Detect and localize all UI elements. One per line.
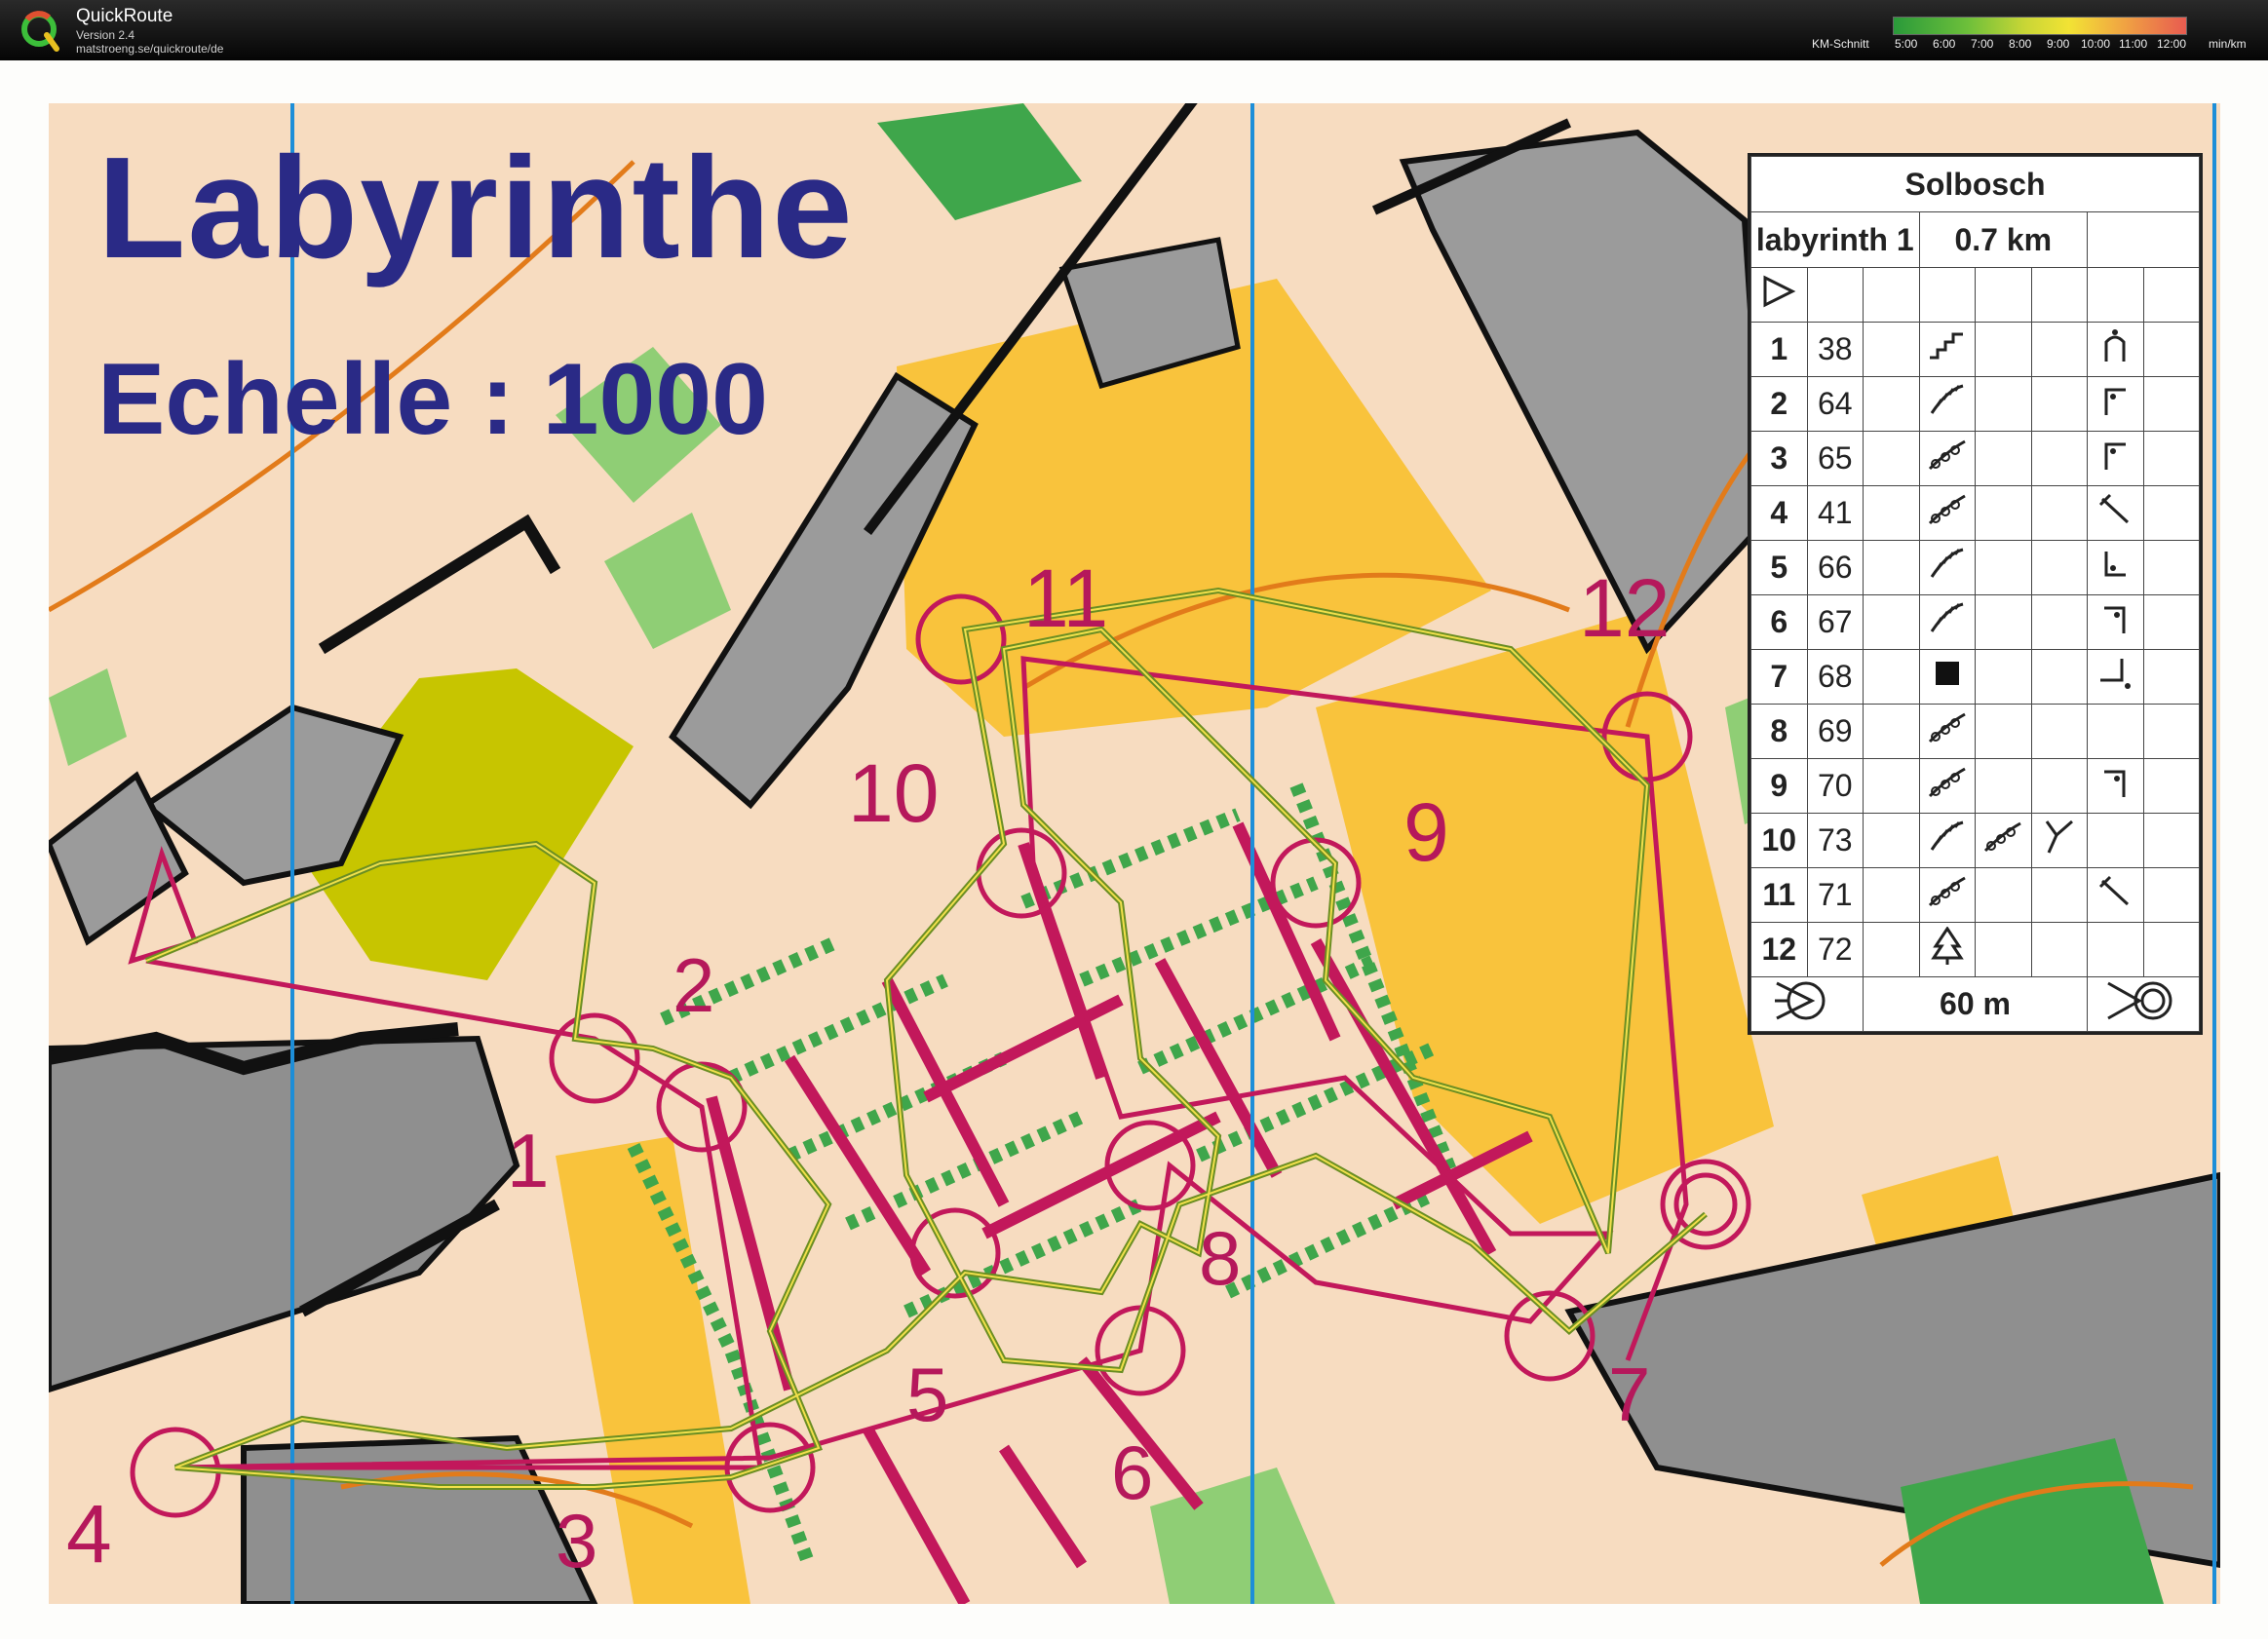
pace-tick: 7:00 xyxy=(1971,37,1994,51)
description-row: 1 38 xyxy=(1750,322,2200,377)
finish-icon xyxy=(2087,976,2200,1032)
pace-color-scale xyxy=(1893,17,2187,35)
control-description-sheet: Solbosch labyrinth 1 0.7 km 1 38 2 64 3 … xyxy=(1748,153,2203,1035)
event-name: Solbosch xyxy=(1750,156,2200,212)
description-row: 7 68 xyxy=(1750,649,2200,705)
end-icon xyxy=(2087,485,2144,541)
fence-icon xyxy=(1918,867,1976,923)
wall-icon xyxy=(1918,540,1976,595)
title-bar: QuickRoute Version 2.4 matstroeng.se/qui… xyxy=(0,0,2268,60)
pace-tick: 10:00 xyxy=(2081,37,2111,51)
corner-icon xyxy=(2087,758,2144,814)
control-label: 8 xyxy=(1199,1215,1242,1301)
control-label: 3 xyxy=(556,1498,598,1583)
tree-icon xyxy=(1918,922,1976,977)
fence-icon xyxy=(1918,758,1976,814)
steps-icon xyxy=(1918,322,1976,377)
pace-tick: 5:00 xyxy=(1895,37,1918,51)
fence-icon xyxy=(1975,813,2032,868)
control-label: 9 xyxy=(1403,786,1449,878)
start-triangle-icon xyxy=(1750,267,1808,323)
corner-icon xyxy=(2087,431,2144,486)
control-label: 5 xyxy=(906,1352,949,1437)
corner-icon xyxy=(2087,376,2144,432)
control-label: 12 xyxy=(1579,562,1671,654)
app-version: Version 2.4 xyxy=(76,28,135,42)
description-row: 12 72 xyxy=(1750,922,2200,977)
pace-unit: min/km xyxy=(2209,37,2247,51)
fence-icon xyxy=(1918,431,1976,486)
control-label: 4 xyxy=(66,1488,112,1580)
control-label: 10 xyxy=(848,747,940,839)
pace-tick: 11:00 xyxy=(2119,37,2148,51)
description-row: 6 67 xyxy=(1750,594,2200,650)
legend-label: KM-Schnitt xyxy=(1812,37,1869,51)
app-url: matstroeng.se/quickroute/de xyxy=(76,42,224,56)
corner-icon xyxy=(2087,594,2144,650)
control-label: 1 xyxy=(507,1118,550,1203)
corner-icon xyxy=(2087,540,2144,595)
control-label: 11 xyxy=(1023,553,1109,644)
description-row: 2 64 xyxy=(1750,376,2200,432)
control-label: 2 xyxy=(673,942,715,1028)
map-scale-title: Echelle : 1000 xyxy=(97,343,768,456)
description-row: 3 65 xyxy=(1750,431,2200,486)
finish-distance: 60 m xyxy=(1863,976,2088,1032)
map-title: Labyrinthe xyxy=(97,128,855,288)
description-row: 9 70 xyxy=(1750,758,2200,814)
fence-icon xyxy=(1918,485,1976,541)
square-icon xyxy=(1918,649,1976,705)
control-label: 6 xyxy=(1111,1429,1154,1515)
description-row: 10 73 xyxy=(1750,813,2200,868)
pace-tick: 12:00 xyxy=(2157,37,2187,51)
course-class: labyrinth 1 xyxy=(1750,211,1920,268)
fence-icon xyxy=(1918,704,1976,759)
pace-tick: 6:00 xyxy=(1933,37,1956,51)
wall-icon xyxy=(1918,813,1976,868)
wall-icon xyxy=(1918,594,1976,650)
app-name: QuickRoute xyxy=(76,6,173,26)
corner-icon xyxy=(2087,649,2144,705)
pace-tick: 9:00 xyxy=(2047,37,2070,51)
gate-icon xyxy=(2087,322,2144,377)
end-icon xyxy=(2087,867,2144,923)
pace-tick: 8:00 xyxy=(2009,37,2032,51)
description-row: 8 69 xyxy=(1750,704,2200,759)
description-row: 4 41 xyxy=(1750,485,2200,541)
course-length: 0.7 km xyxy=(1918,211,2088,268)
junction-icon xyxy=(2030,813,2088,868)
description-row: 5 66 xyxy=(1750,540,2200,595)
wall-icon xyxy=(1918,376,1976,432)
description-row: 11 71 xyxy=(1750,867,2200,923)
control-label: 7 xyxy=(1608,1352,1651,1437)
finish-start-icon xyxy=(1750,976,1864,1032)
quickroute-logo-icon xyxy=(21,11,59,52)
